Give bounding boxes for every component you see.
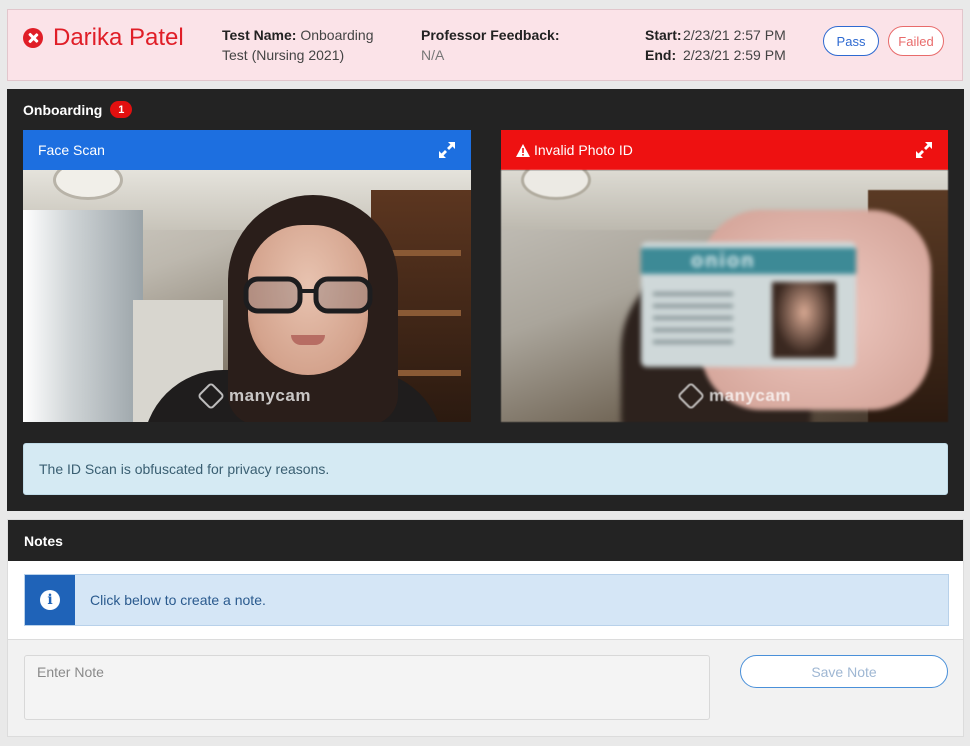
start-value: 2/23/21 2:57 PM [683,27,786,43]
id-card: onion [641,242,856,367]
note-input[interactable] [24,655,710,720]
notes-panel: Notes i Click below to create a note. Sa… [7,519,964,737]
watermark-text: manycam [229,386,311,405]
face-scan-title: Face Scan [38,142,105,158]
notes-info-area: i Click below to create a note. [8,561,963,640]
photo-id-card: Invalid Photo ID onion manycam [501,130,948,422]
info-icon: i [40,590,60,610]
professor-feedback-value: N/A [421,47,445,63]
notes-title: Notes [8,520,963,561]
onboarding-panel: Onboarding 1 Face Scan manycam Invalid P… [7,89,964,511]
info-icon-box: i [25,575,75,625]
photo-id-header: Invalid Photo ID [501,130,948,170]
watermark: manycam [676,381,791,411]
manycam-logo-icon [676,381,706,411]
onboarding-title: Onboarding 1 [23,101,133,118]
privacy-notice: The ID Scan is obfuscated for privacy re… [23,443,948,495]
save-note-button[interactable]: Save Note [740,655,948,688]
watermark: manycam [196,381,311,411]
session-times: Start: 2/23/21 2:57 PM End: 2/23/21 2:59… [645,25,786,65]
notes-info-box: i Click below to create a note. [24,574,949,626]
warning-icon [516,143,530,157]
face-scan-image[interactable]: manycam [23,170,471,422]
student-info: Darika Patel [23,24,184,52]
expand-icon[interactable] [437,140,457,160]
face-scan-card: Face Scan manycam [23,130,471,422]
photo-id-title: Invalid Photo ID [534,142,633,158]
test-name-field: Test Name: Onboarding Test (Nursing 2021… [222,25,392,65]
watermark-text: manycam [709,386,791,405]
professor-feedback-label: Professor Feedback: [421,27,560,43]
x-circle-icon [23,28,43,48]
pass-button[interactable]: Pass [823,26,879,56]
session-header: Darika Patel Test Name: Onboarding Test … [7,9,963,81]
start-label: Start: [645,27,682,43]
expand-icon[interactable] [914,140,934,160]
end-value: 2/23/21 2:59 PM [683,47,786,63]
manycam-logo-icon [196,381,226,411]
face-scan-header: Face Scan [23,130,471,170]
id-card-text: onion [691,250,756,272]
end-label: End: [645,47,677,63]
professor-feedback-field: Professor Feedback: N/A [421,25,560,65]
notes-info-text: Click below to create a note. [90,592,266,608]
photo-id-image[interactable]: onion manycam [501,170,948,422]
onboarding-title-text: Onboarding [23,101,103,118]
flag-count-badge: 1 [110,101,133,118]
test-name-label: Test Name: [222,27,297,43]
failed-button[interactable]: Failed [888,26,944,56]
student-name: Darika Patel [53,24,184,51]
